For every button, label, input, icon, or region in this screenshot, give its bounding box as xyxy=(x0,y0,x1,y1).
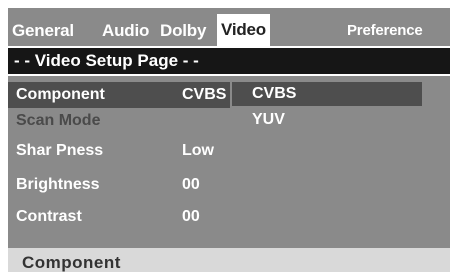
menu-item-label: Brightness xyxy=(16,176,100,193)
menu-item-value: CVBS xyxy=(182,86,227,103)
menu-item-component[interactable]: Component CVBS xyxy=(8,82,230,108)
video-setup-screen: General Audio Dolby Video Preference - -… xyxy=(0,0,450,272)
option-cvbs[interactable]: CVBS xyxy=(232,82,422,106)
tab-general[interactable]: General xyxy=(8,16,78,46)
menu-item-value: 00 xyxy=(182,208,200,225)
menu-item-value: 00 xyxy=(182,176,200,193)
option-yuv[interactable]: YUV xyxy=(232,108,422,132)
menu-item-label: Component xyxy=(16,86,105,103)
tab-audio[interactable]: Audio xyxy=(98,16,153,46)
tab-video[interactable]: Video xyxy=(217,14,270,46)
tab-dolby[interactable]: Dolby xyxy=(156,16,210,46)
menu-item-label: Shar Pness xyxy=(16,142,104,159)
menu-item-label: Scan Mode xyxy=(16,112,101,129)
tab-preference[interactable]: Preference xyxy=(343,16,427,46)
component-options-submenu: CVBS YUV xyxy=(232,82,422,138)
tab-bar: General Audio Dolby Video Preference xyxy=(8,8,450,46)
video-settings-menu: Component CVBS Scan Mode Shar Pness Low … xyxy=(8,76,450,248)
menu-item-value: Low xyxy=(182,142,214,159)
menu-item-label: Contrast xyxy=(16,208,82,225)
help-bar: Component xyxy=(8,248,450,272)
page-title: - - Video Setup Page - - xyxy=(8,48,450,74)
